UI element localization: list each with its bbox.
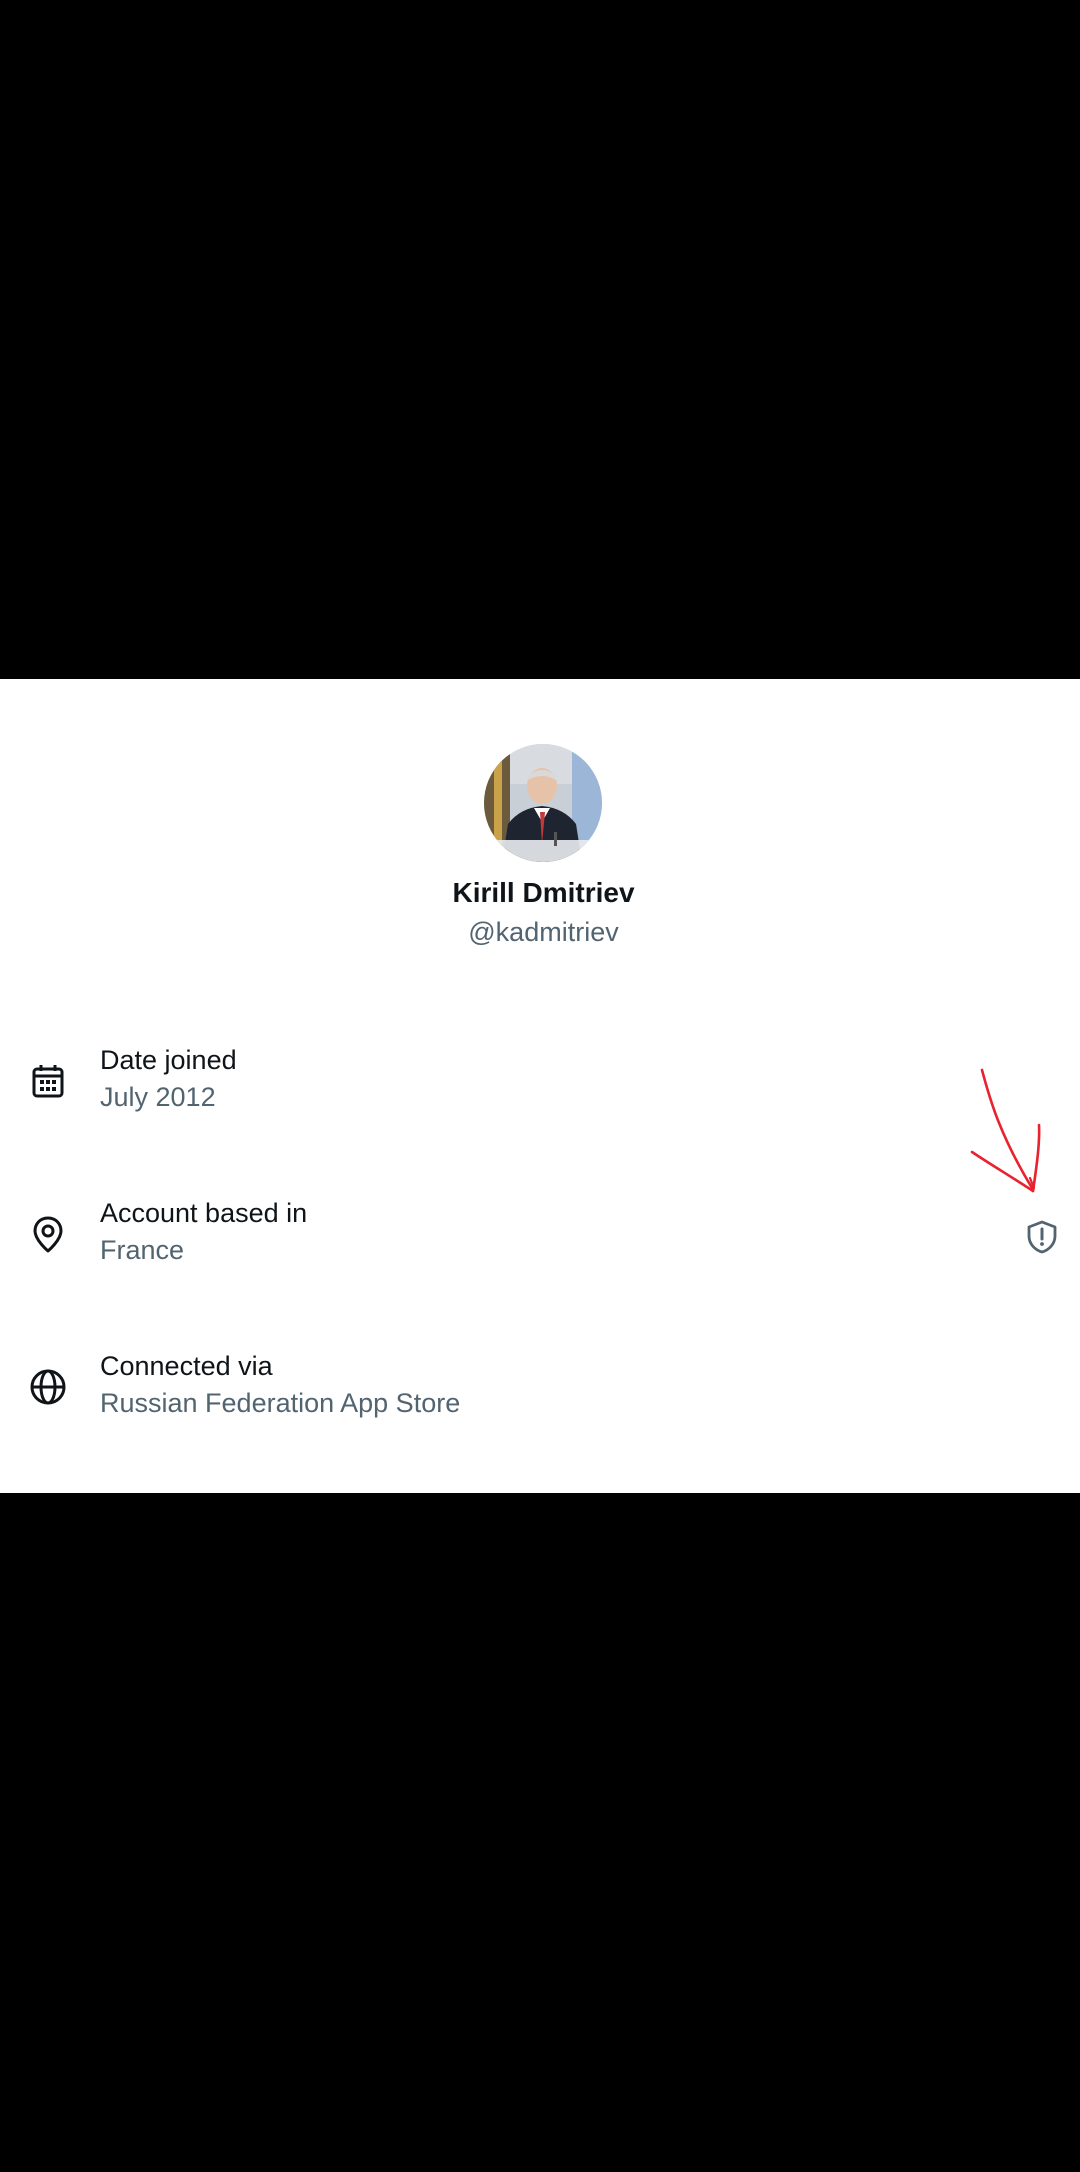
row-label: Date joined: [100, 1045, 237, 1075]
account-about-panel: Kirill Dmitriev @kadmitriev Date joined …: [0, 679, 1080, 1493]
about-row-connected-via: Connected via Russian Federation App Sto…: [0, 1351, 1080, 1461]
avatar[interactable]: [484, 744, 602, 862]
handle: @kadmitriev: [468, 917, 619, 947]
about-row-account-based-in: Account based in France: [0, 1198, 1080, 1308]
avatar-photo: [484, 744, 602, 862]
row-value: Russian Federation App Store: [100, 1388, 461, 1418]
display-name: Kirill Dmitriev: [452, 877, 635, 908]
top-letterbox: [0, 0, 1080, 679]
calendar-icon: [28, 1061, 68, 1101]
row-label: Account based in: [100, 1198, 308, 1228]
row-value: France: [100, 1235, 185, 1265]
about-row-date-joined: Date joined July 2012: [0, 1045, 1080, 1155]
shield-alert-icon[interactable]: [1024, 1219, 1060, 1255]
row-value: July 2012: [100, 1082, 216, 1112]
row-label: Connected via: [100, 1351, 273, 1381]
bottom-letterbox: [0, 1493, 1080, 2172]
location-pin-icon: [28, 1214, 68, 1254]
globe-icon: [28, 1367, 68, 1407]
